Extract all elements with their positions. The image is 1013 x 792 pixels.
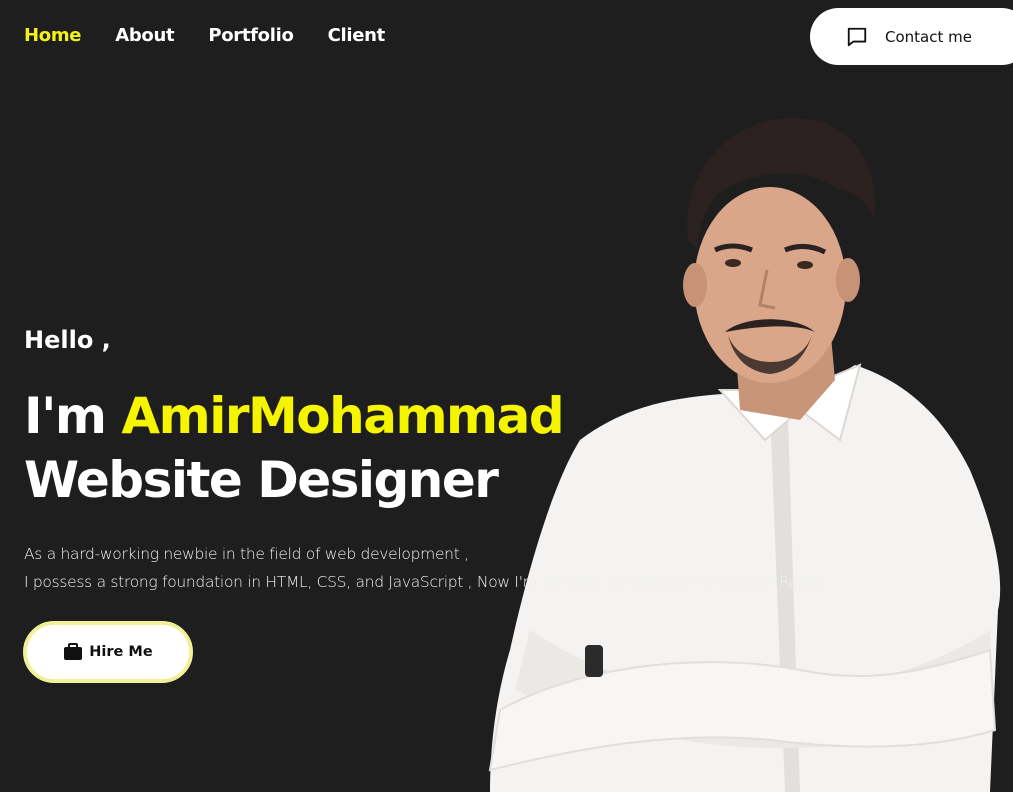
headline-prefix: I'm [24,387,122,445]
message-square-icon [846,26,868,48]
hero-headline: I'm AmirMohammad Website Designer [24,384,565,512]
hero-role: Website Designer [24,451,499,509]
hire-me-button[interactable]: Hire Me [23,621,193,683]
nav-links: Home About Portfolio Client [24,25,419,46]
hero-name: AmirMohammad [121,387,564,445]
description-line-2: I possess a strong foundation in HTML, C… [24,573,822,591]
briefcase-icon [63,643,83,661]
contact-me-label: Contact me [885,27,972,46]
hero-description: As a hard-working newbie in the field of… [24,540,822,596]
top-navigation: Home About Portfolio Client Contact me [0,0,1013,72]
nav-item-about[interactable]: About [115,25,174,46]
contact-me-button[interactable]: Contact me [810,8,1013,65]
nav-item-home[interactable]: Home [24,25,82,46]
greeting-text: Hello , [24,326,111,354]
description-line-1: As a hard-working newbie in the field of… [24,545,469,563]
nav-item-client[interactable]: Client [328,25,386,46]
nav-item-portfolio[interactable]: Portfolio [208,25,294,46]
hire-me-label: Hire Me [89,644,153,660]
